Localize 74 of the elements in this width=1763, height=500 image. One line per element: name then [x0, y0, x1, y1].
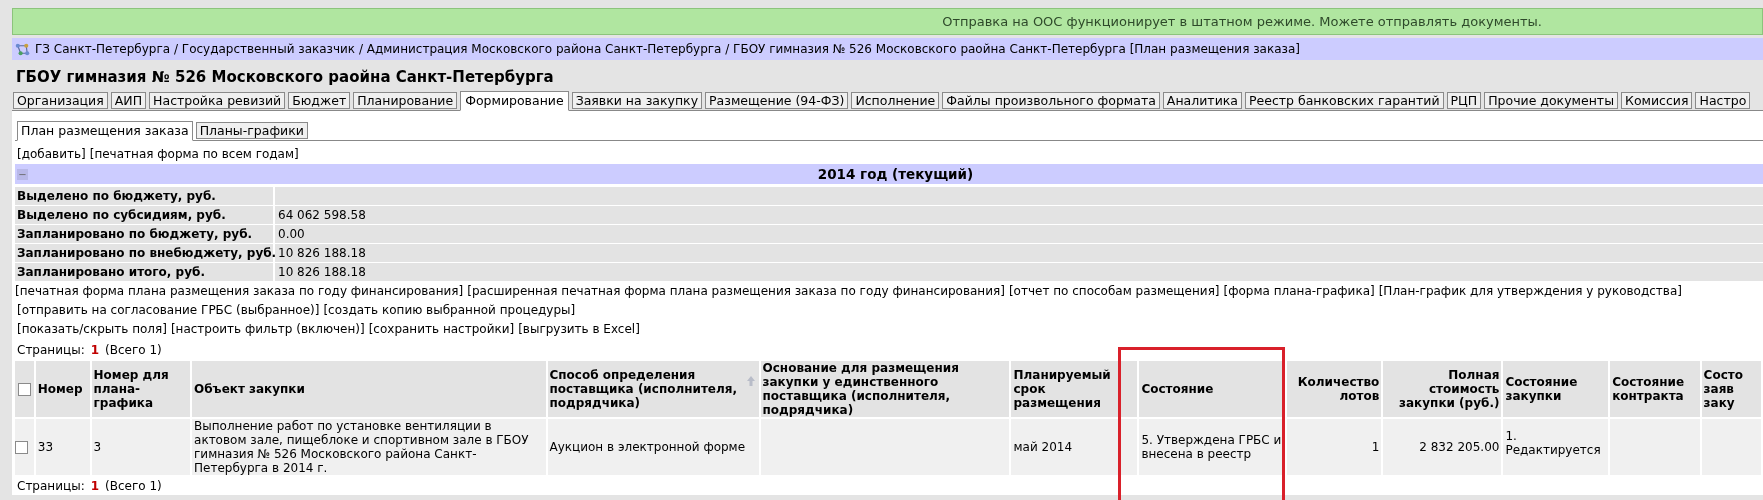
tab[interactable]: Заявки на закупку: [571, 92, 703, 109]
summary-value: 10 826 188.18: [275, 244, 1763, 262]
tab[interactable]: Файлы произвольного формата: [942, 92, 1160, 109]
status-notice: Отправка на ООС функционирует в штатном режиме. Можете отправлять документы.: [12, 8, 1763, 35]
table-cell: май 2014: [1011, 419, 1138, 475]
summary-label: Запланировано итого, руб.: [15, 263, 273, 281]
column-header[interactable]: Полная стоимость закупки (руб.): [1383, 361, 1502, 417]
table-cell: 33: [35, 419, 90, 475]
section-title: 2014 год (текущий): [816, 164, 975, 184]
tab[interactable]: Настро: [1695, 92, 1751, 109]
page-link[interactable]: 1: [90, 341, 100, 359]
link[interactable]: [выгрузить в Excel]: [518, 320, 640, 338]
summary-label: Запланировано по внебюджету, руб.: [15, 244, 273, 262]
column-header[interactable]: Состо заяв заку: [1701, 361, 1761, 417]
summary-value: 0.00: [275, 225, 1763, 243]
tab[interactable]: Настройка ревизий: [149, 92, 286, 109]
link[interactable]: [отчет по способам размещения]: [1008, 282, 1220, 300]
link[interactable]: [печатная форма по всем годам]: [89, 145, 299, 163]
column-header[interactable]: Способ определения поставщика (исполнителя, подрядчика): [547, 361, 759, 417]
summary-label: Выделено по субсидиям, руб.: [15, 206, 273, 224]
tab[interactable]: Бюджет: [288, 92, 351, 109]
pager-label: Страницы:: [17, 478, 85, 495]
column-header[interactable]: Основание для размещения закупки у единственного поставщика (исполнителя, подрядчика): [760, 361, 1010, 417]
network-nodes-icon: [15, 41, 30, 57]
summary-value: 10 826 188.18: [275, 263, 1763, 281]
tab[interactable]: АИП: [110, 92, 147, 109]
tab[interactable]: Комиссия: [1621, 92, 1693, 109]
subtab[interactable]: Планы-графики: [195, 122, 308, 139]
column-header[interactable]: Номер: [35, 361, 90, 417]
column-header[interactable]: Состояние: [1139, 361, 1285, 417]
table-cell: 1: [1286, 419, 1382, 475]
link[interactable]: [отправить на согласование ГРБС (выбранное)]: [17, 301, 320, 319]
tab[interactable]: Реестр банковских гарантий: [1245, 92, 1444, 109]
link[interactable]: [создать копию выбранной процедуры]: [323, 301, 576, 319]
tab[interactable]: Прочие документы: [1484, 92, 1618, 109]
column-header[interactable]: Объект закупки: [192, 361, 546, 417]
checkbox[interactable]: [15, 441, 28, 454]
table-cell: Выполнение работ по установке вентиляции в актовом зале, пищеблоке и спортивном зале в ГБОУ гимназия № 526 Московского района Санкт-Петербурга в 2014 г.: [192, 419, 546, 475]
tab[interactable]: РЦП: [1446, 92, 1482, 109]
link[interactable]: [добавить]: [17, 145, 86, 163]
page-link[interactable]: 1: [90, 477, 100, 495]
link[interactable]: [форма плана-графика]: [1223, 282, 1375, 300]
column-header[interactable]: Состояние закупки: [1503, 361, 1609, 417]
column-header[interactable]: Планируемый срок размещения: [1011, 361, 1138, 417]
column-header[interactable]: Состояние контракта: [1610, 361, 1700, 417]
page-total: (Всего 1): [105, 342, 162, 359]
column-header[interactable]: Количество лотов: [1286, 361, 1382, 417]
checkbox[interactable]: [17, 383, 31, 396]
summary-label: Выделено по бюджету, руб.: [15, 187, 273, 205]
tab[interactable]: Организация: [13, 92, 108, 109]
link[interactable]: [настроить фильтр (включен)]: [170, 320, 365, 338]
link[interactable]: [сохранить настройки]: [368, 320, 515, 338]
link[interactable]: [печатная форма плана размещения заказа по году финансирования]: [15, 282, 464, 300]
tab[interactable]: Планирование: [353, 92, 458, 109]
pager-label: Страницы:: [17, 342, 85, 359]
summary-label: Запланировано по бюджету, руб.: [15, 225, 273, 243]
table-cell: 1. Редактируется: [1503, 419, 1609, 475]
page-total: (Всего 1): [105, 478, 162, 495]
table-cell: Аукцион в электронной форме: [547, 419, 759, 475]
tab[interactable]: Формирование: [460, 91, 569, 111]
tab[interactable]: Размещение (94-ФЗ): [705, 92, 849, 109]
column-header[interactable]: Номер для плана-графика: [91, 361, 191, 417]
tab[interactable]: Исполнение: [851, 92, 940, 109]
tab[interactable]: Аналитика: [1162, 92, 1242, 109]
link[interactable]: [расширенная печатная форма плана размещения заказа по году финансирования]: [467, 282, 1005, 300]
link[interactable]: [План-график для утверждения у руководства]: [1378, 282, 1682, 300]
table-cell: 5. Утверждена ГРБС и внесена в реестр: [1139, 419, 1285, 475]
summary-value: 64 062 598.58: [275, 206, 1763, 224]
subtab[interactable]: План размещения заказа: [17, 121, 193, 141]
table-cell: 3: [91, 419, 191, 475]
link[interactable]: [показать/скрыть поля]: [17, 320, 167, 338]
breadcrumb: ГЗ Санкт-Петербурга / Государственный заказчик / Администрация Московского района Санкт-Петербурга / ГБОУ гимназия № 526 Московского раойна Санкт-Петербурга [План размещения заказа]: [35, 41, 1300, 58]
page-title: ГБОУ гимназия № 526 Московского раойна Санкт-Петербурга: [15, 66, 555, 88]
table-cell: 2 832 205.00: [1383, 419, 1502, 475]
